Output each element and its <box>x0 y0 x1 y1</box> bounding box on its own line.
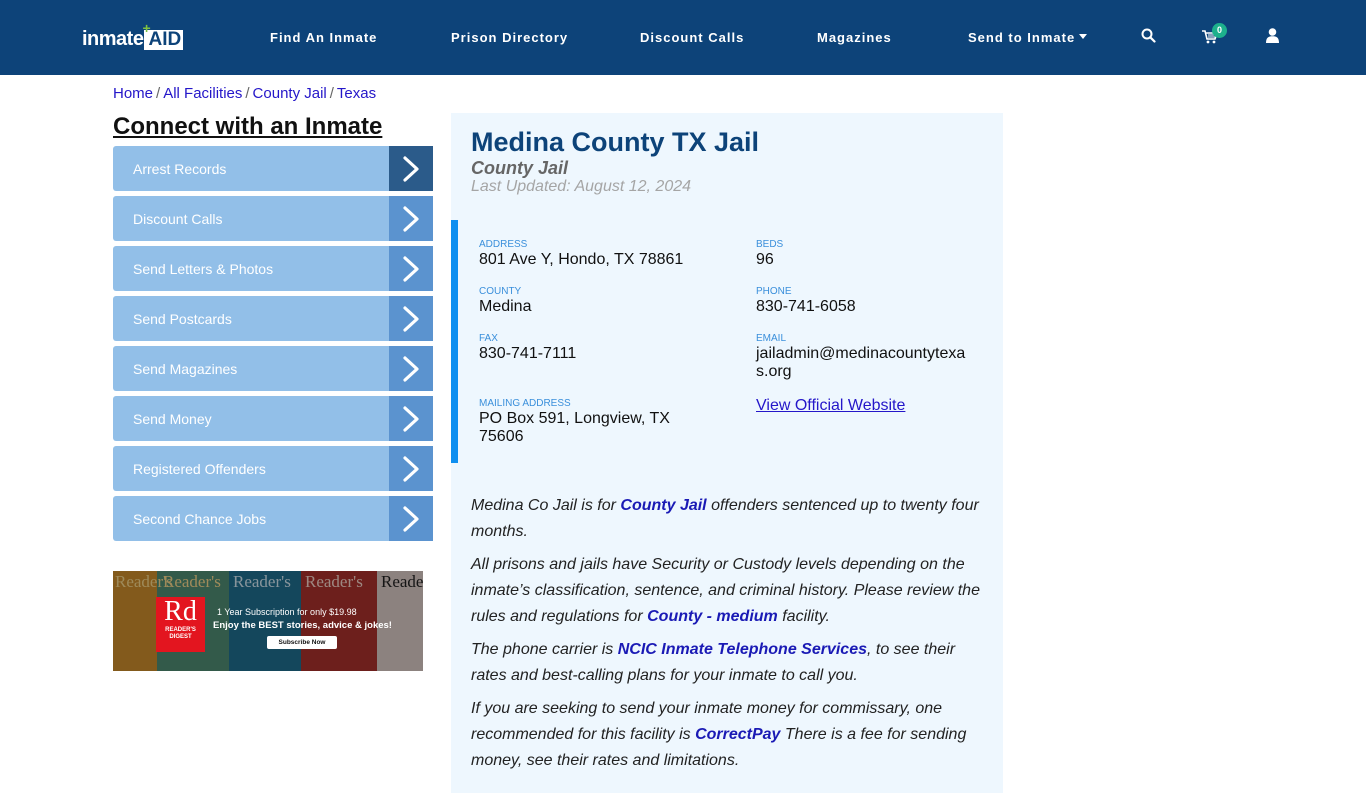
chevron-right-icon <box>389 446 433 491</box>
nav-magazines[interactable]: Magazines <box>817 30 892 46</box>
sidebar-item-send-postcards[interactable]: Send Postcards <box>113 296 433 341</box>
nav-send-to-inmate-label: Send to Inmate <box>968 30 1076 45</box>
chevron-right-icon <box>389 346 433 391</box>
field-county: COUNTY Medina <box>479 286 531 316</box>
field-fax: FAX 830-741-7111 <box>479 333 576 363</box>
field-label: PHONE <box>756 286 792 297</box>
breadcrumb-separator: / <box>156 85 161 102</box>
field-phone: PHONE 830-741-6058 <box>756 286 856 316</box>
chevron-right-icon <box>389 246 433 291</box>
user-icon[interactable] <box>1266 28 1279 48</box>
correctpay-link[interactable]: CorrectPay <box>695 726 780 743</box>
field-label: ADDRESS <box>479 239 528 250</box>
field-email: EMAIL jailadmin@medinacountytexa s.org <box>756 333 965 381</box>
sidebar-item-arrest-records[interactable]: Arrest Records <box>113 146 433 191</box>
field-label: FAX <box>479 333 498 344</box>
commissary-paragraph: If you are seeking to send your inmate m… <box>471 696 986 774</box>
field-value: jailadmin@medinacountytexa <box>756 345 966 362</box>
sidebar-item-send-letters-photos[interactable]: Send Letters & Photos <box>113 246 433 291</box>
breadcrumb-separator: / <box>329 85 334 102</box>
sidebar-item-label: Registered Offenders <box>133 460 266 477</box>
sidebar-item-discount-calls[interactable]: Discount Calls <box>113 196 433 241</box>
chevron-right-icon <box>389 296 433 341</box>
sidebar-item-label: Second Chance Jobs <box>133 510 267 527</box>
ad-offer-text: 1 Year Subscription for only $19.98 <box>217 607 357 617</box>
sidebar-item-second-chance-jobs[interactable]: Second Chance Jobs <box>113 496 433 541</box>
field-website: View Official Website <box>756 397 905 415</box>
sidebar-item-registered-offenders[interactable]: Registered Offenders <box>113 446 433 491</box>
field-label: BEDS <box>756 239 784 250</box>
logo-aid: + AID <box>142 21 184 50</box>
paragraph-text: The phone carrier is <box>471 641 618 658</box>
logo-rd: Rd <box>164 596 197 627</box>
paragraph-text: Medina Co Jail is for <box>471 497 621 514</box>
field-value: 830-741-7111 <box>479 345 577 362</box>
breadcrumb: Home / All Facilities / County Jail / Texas <box>113 85 376 103</box>
breadcrumb-all-facilities[interactable]: All Facilities <box>163 85 242 102</box>
sidebar-item-label: Send Postcards <box>133 310 232 327</box>
breadcrumb-home[interactable]: Home <box>113 85 153 102</box>
field-address: ADDRESS 801 Ave Y, Hondo, TX 78861 <box>479 239 683 269</box>
ncic-link[interactable]: NCIC Inmate Telephone Services <box>618 641 867 658</box>
sidebar-item-send-magazines[interactable]: Send Magazines <box>113 346 433 391</box>
logo[interactable]: inmate + AID <box>82 21 184 50</box>
chevron-right-icon <box>389 196 433 241</box>
breadcrumb-texas[interactable]: Texas <box>337 85 376 102</box>
paragraph-text: facility. <box>777 608 830 625</box>
breadcrumb-separator: / <box>245 85 250 102</box>
nav-discount-calls[interactable]: Discount Calls <box>640 30 744 46</box>
field-mailing-address: MAILING ADDRESS PO Box 591, Longview, TX… <box>479 398 670 446</box>
sidebar-item-label: Discount Calls <box>133 210 223 227</box>
security-paragraph: All prisons and jails have Security or C… <box>471 552 986 630</box>
field-value: 830-741-6058 <box>756 298 856 315</box>
description-paragraph: Medina Co Jail is for County Jail offend… <box>471 493 986 545</box>
sidebar-item-label: Send Letters & Photos <box>133 260 274 277</box>
sidebar-title: Connect with an Inmate <box>113 113 383 140</box>
view-official-website-link[interactable]: View Official Website <box>756 397 905 415</box>
cart-count-badge: 0 <box>1212 23 1227 38</box>
county-medium-link[interactable]: County - medium <box>647 608 778 625</box>
nav-find-an-inmate[interactable]: Find An Inmate <box>270 30 377 46</box>
facility-type: County Jail <box>471 158 569 178</box>
readers-digest-ad-banner[interactable]: Reader's Reader's Reader's Reader's Read… <box>113 571 423 671</box>
facility-title: Medina County TX Jail <box>471 127 760 157</box>
last-updated: Last Updated: August 12, 2024 <box>471 178 692 195</box>
field-label: EMAIL <box>756 333 787 344</box>
chevron-right-icon <box>389 496 433 541</box>
sidebar-item-label: Arrest Records <box>133 160 227 177</box>
logo-aid-text: AID <box>148 29 182 50</box>
field-value: Medina <box>479 298 532 315</box>
phone-carrier-paragraph: The phone carrier is NCIC Inmate Telepho… <box>471 637 986 689</box>
field-label: COUNTY <box>479 286 522 297</box>
nav-send-to-inmate[interactable]: Send to Inmate <box>968 30 1088 46</box>
sidebar-item-send-money[interactable]: Send Money <box>113 396 433 441</box>
logo-digest: DIGEST <box>169 634 192 640</box>
caret-down-icon <box>1079 34 1088 40</box>
field-value: 801 Ave Y, Hondo, TX 78861 <box>479 251 684 268</box>
field-value: 96 <box>756 251 774 268</box>
sidebar-menu: Arrest Records Discount Calls Send Lette… <box>113 146 433 546</box>
ad-tagline: Enjoy the BEST stories, advice & jokes! <box>213 620 392 631</box>
logo-text: inmate <box>82 28 144 50</box>
logo-plus-icon: + <box>142 20 151 36</box>
field-value-cont: 75606 <box>479 428 524 445</box>
chevron-right-icon <box>389 146 433 191</box>
field-value-cont: s.org <box>756 363 792 380</box>
nav-prison-directory[interactable]: Prison Directory <box>451 30 568 46</box>
subscribe-now-button[interactable]: Subscribe Now <box>267 636 337 649</box>
readers-digest-logo: Rd READER'S DIGEST <box>156 597 205 652</box>
field-beds: BEDS 96 <box>756 239 783 269</box>
site-header: inmate + AID Find An Inmate Prison Direct… <box>0 0 1366 75</box>
sidebar-item-label: Send Magazines <box>133 360 238 377</box>
info-accent-bar <box>451 220 458 463</box>
search-icon[interactable] <box>1141 28 1156 48</box>
sidebar-item-label: Send Money <box>133 410 212 427</box>
logo-readers: READER'S <box>165 627 196 633</box>
field-value: PO Box 591, Longview, TX <box>479 410 670 427</box>
breadcrumb-county-jail[interactable]: County Jail <box>253 85 327 102</box>
field-label: MAILING ADDRESS <box>479 398 571 409</box>
chevron-right-icon <box>389 396 433 441</box>
county-jail-link[interactable]: County Jail <box>620 497 706 514</box>
facility-card: Medina County TX Jail County Jail Last U… <box>451 113 1003 793</box>
